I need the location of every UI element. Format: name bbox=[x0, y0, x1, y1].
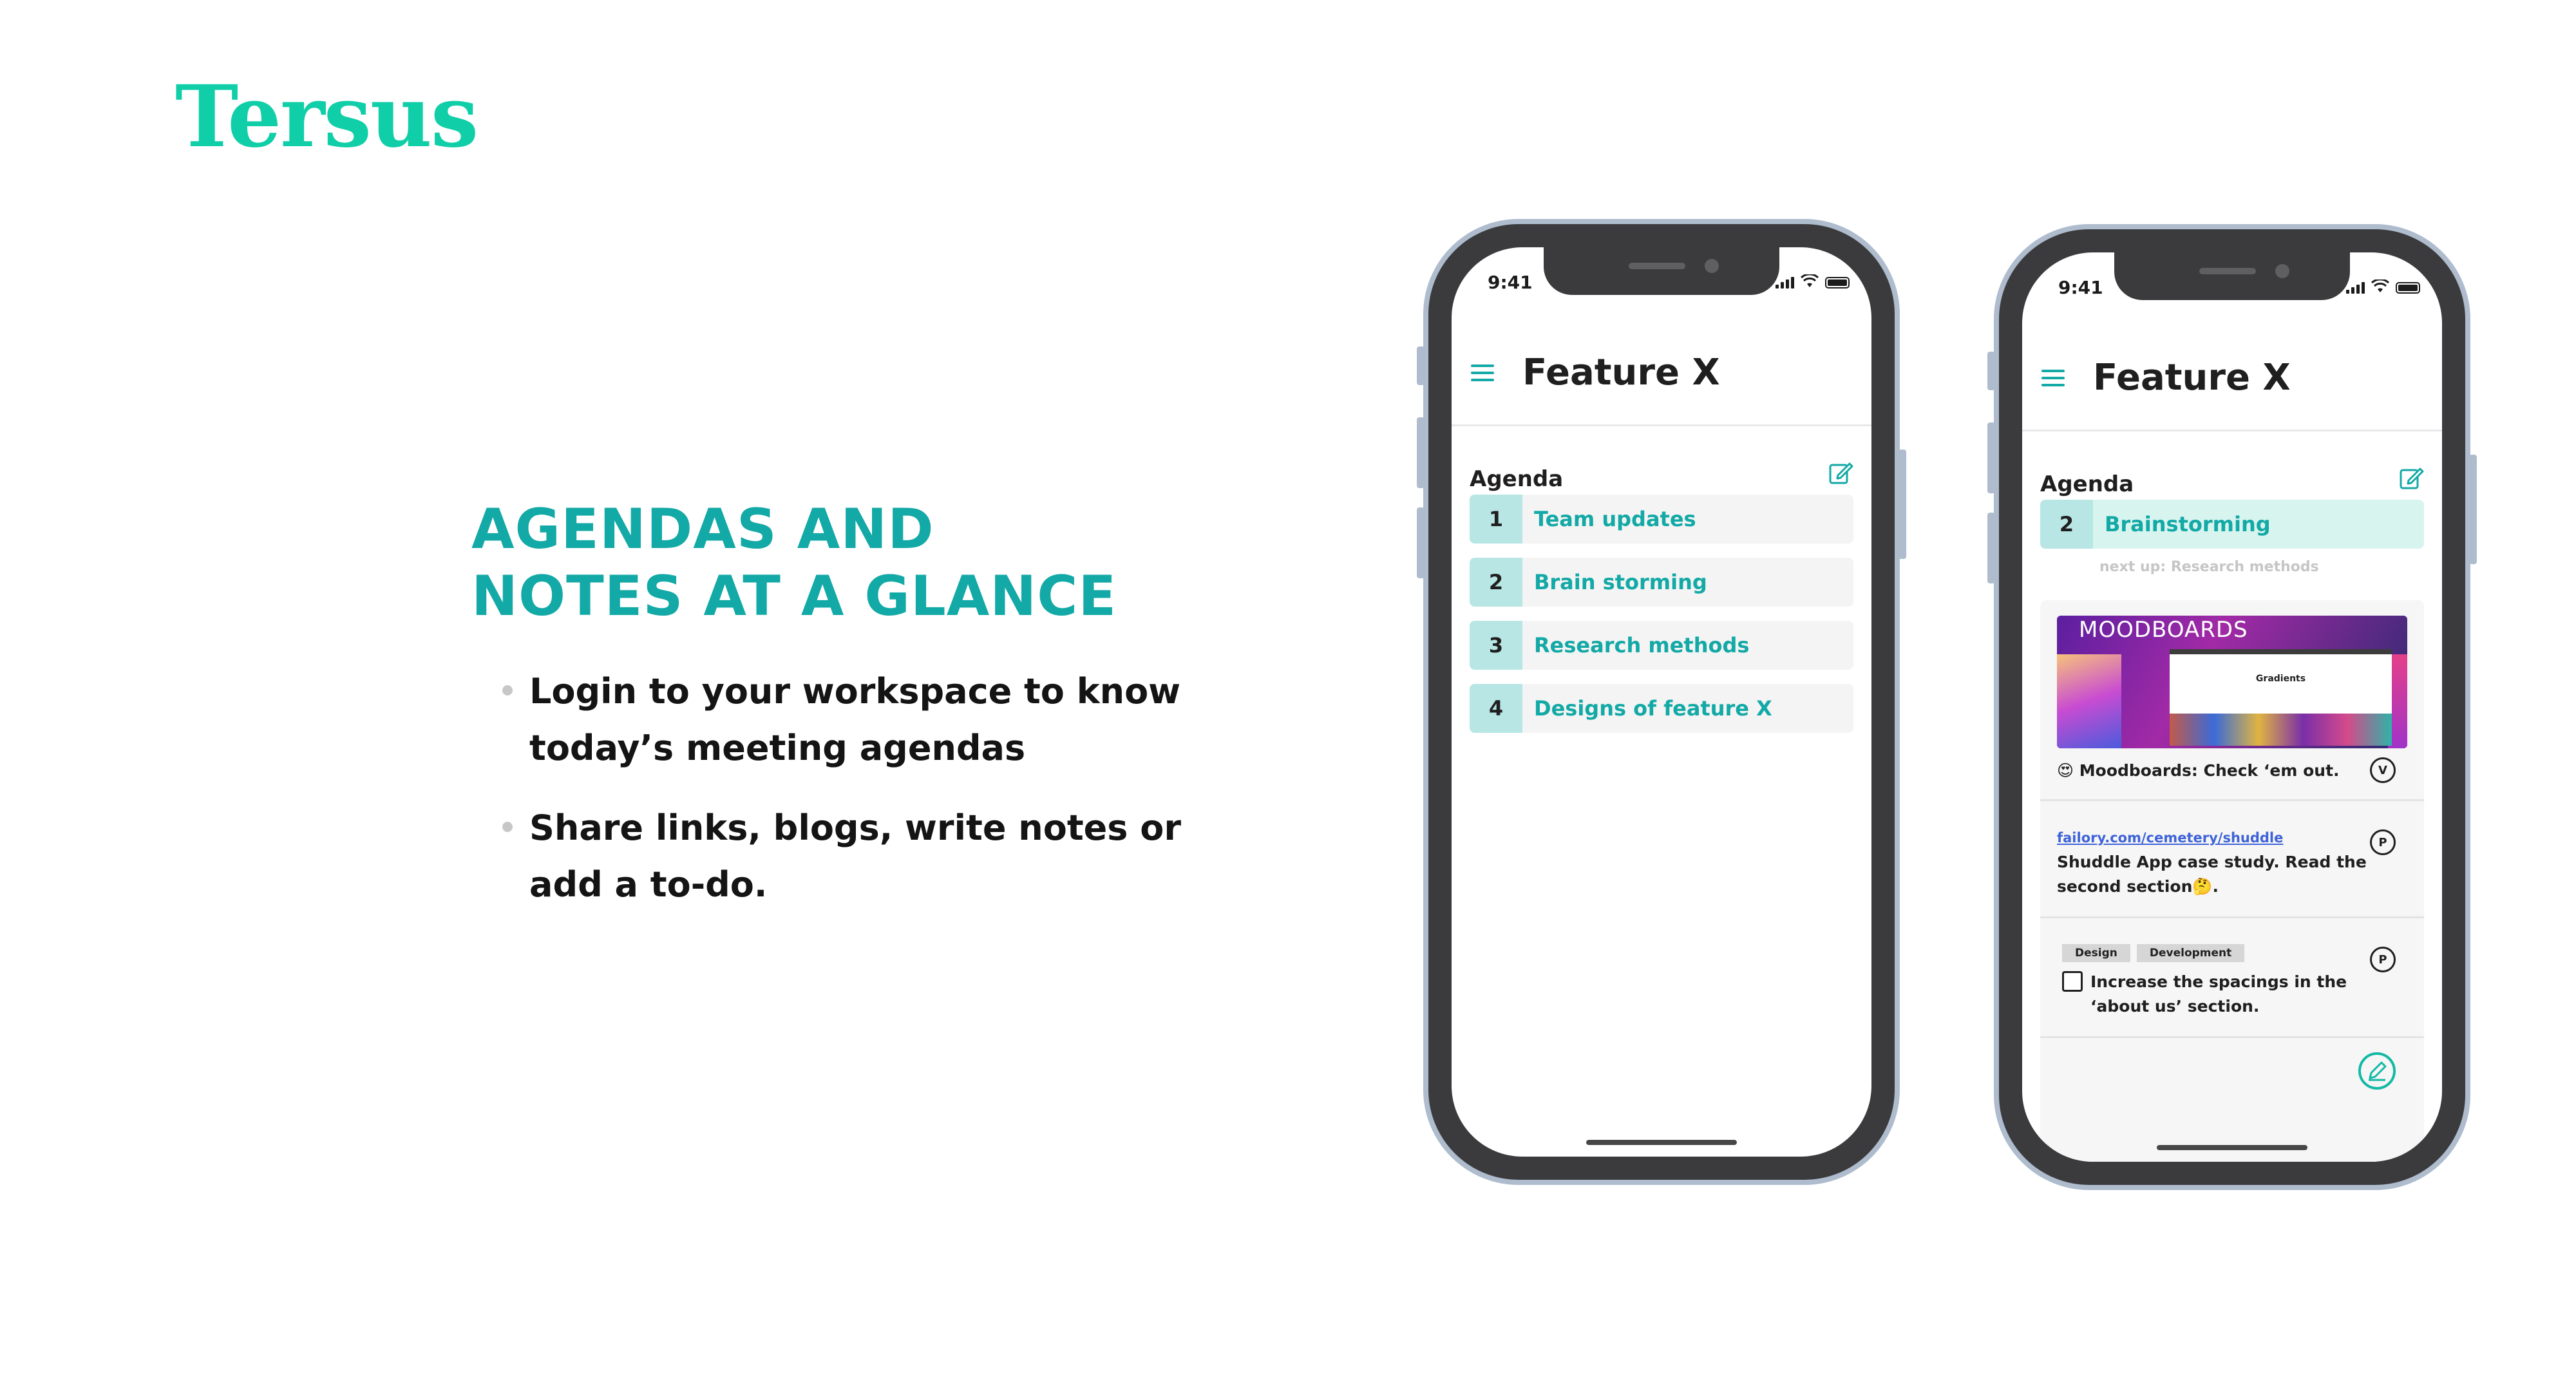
signal-icon bbox=[2346, 282, 2365, 294]
moodboard-title: MOODBOARDS bbox=[2079, 617, 2248, 643]
phone-side-button bbox=[2469, 455, 2477, 564]
agenda-item[interactable]: 2 Brain storming bbox=[1470, 558, 1853, 607]
notes-panel: MOODBOARDS Gradients 😍 Moodboards: Check… bbox=[2040, 600, 2424, 1162]
moodboard-thumbnail[interactable]: MOODBOARDS Gradients bbox=[2057, 616, 2407, 748]
phone-side-button bbox=[1987, 513, 1995, 583]
battery-icon bbox=[1825, 277, 1850, 289]
menu-icon[interactable] bbox=[2041, 370, 2065, 388]
home-indicator bbox=[2157, 1145, 2307, 1150]
agenda-label: Agenda bbox=[2040, 471, 2134, 497]
agenda-item-label: Brainstorming bbox=[2105, 512, 2271, 536]
edit-icon[interactable] bbox=[1828, 460, 1853, 486]
todo-text-line: ‘about us’ section. bbox=[2090, 997, 2260, 1016]
app-header: Feature X bbox=[2022, 310, 2442, 431]
status-icons bbox=[1776, 274, 1850, 289]
edit-icon[interactable] bbox=[2398, 465, 2424, 491]
battery-icon bbox=[2396, 282, 2420, 294]
bullet-text: Login to your workspace to know today’s … bbox=[529, 671, 1181, 768]
bullet-item: Share links, blogs, write notes or add a… bbox=[502, 800, 1211, 913]
phone-side-button bbox=[1987, 422, 1995, 493]
agenda-item-number: 3 bbox=[1470, 621, 1522, 670]
headline: AGENDAS AND NOTES AT A GLANCE bbox=[471, 496, 1244, 630]
new-note-button[interactable] bbox=[2358, 1052, 2396, 1090]
phone-side-button bbox=[1987, 352, 1995, 390]
todo-checkbox[interactable] bbox=[2062, 971, 2083, 992]
phone-screen: 9:41 Feature X Agenda 2 Brainstorming ne… bbox=[2022, 252, 2442, 1162]
wifi-icon bbox=[2371, 279, 2389, 292]
phone-notch bbox=[1544, 247, 1779, 295]
note-card[interactable]: MOODBOARDS Gradients 😍 Moodboards: Check… bbox=[2040, 600, 2424, 801]
agenda-item-label: Research methods bbox=[1534, 633, 1750, 658]
tag-list: Design Development bbox=[2062, 944, 2245, 962]
phone-side-button bbox=[1899, 449, 1906, 559]
note-caption: 😍 Moodboards: Check ‘em out. bbox=[2057, 761, 2340, 780]
agenda-item[interactable]: 3 Research methods bbox=[1470, 621, 1853, 670]
agenda-item-label: Brain storming bbox=[1534, 570, 1707, 594]
agenda-item-label: Team updates bbox=[1534, 507, 1696, 531]
wifi-icon bbox=[1801, 274, 1819, 287]
brand-logo: Tersus bbox=[175, 67, 478, 167]
note-text-line: Shuddle App case study. Read the bbox=[2057, 853, 2367, 871]
home-indicator bbox=[1586, 1140, 1737, 1145]
current-agenda-item[interactable]: 2 Brainstorming bbox=[2040, 500, 2424, 549]
bullet-dot-icon bbox=[502, 822, 513, 832]
phone-side-button bbox=[1417, 346, 1425, 385]
todo-text-line: Increase the spacings in the bbox=[2090, 972, 2347, 991]
page-title: Feature X bbox=[1522, 352, 1720, 393]
app-header: Feature X bbox=[1452, 305, 1871, 426]
note-card[interactable]: Design Development Increase the spacings… bbox=[2040, 918, 2424, 1038]
agenda-list: 1 Team updates 2 Brain storming 3 Resear… bbox=[1470, 495, 1853, 747]
note-text-line: second section🤔. bbox=[2057, 877, 2219, 896]
author-badge: P bbox=[2370, 947, 2396, 972]
next-up-text: next up: Research methods bbox=[2099, 559, 2319, 575]
phone-side-button bbox=[1417, 507, 1425, 578]
bullet-text: Share links, blogs, write notes or add a… bbox=[529, 808, 1181, 905]
agenda-item[interactable]: 4 Designs of feature X bbox=[1470, 684, 1853, 733]
phone-agenda-list: 9:41 Feature X Agenda 1 Team updates 2 B… bbox=[1417, 219, 1906, 1185]
author-badge: V bbox=[2370, 757, 2396, 783]
status-icons bbox=[2346, 279, 2420, 294]
bullet-dot-icon bbox=[502, 685, 513, 696]
phone-side-button bbox=[1417, 417, 1425, 488]
phone-screen: 9:41 Feature X Agenda 1 Team updates 2 B… bbox=[1452, 247, 1871, 1157]
note-card[interactable]: failory.com/cemetery/shuddle Shuddle App… bbox=[2040, 801, 2424, 918]
agenda-item-number: 1 bbox=[1470, 495, 1522, 544]
agenda-item-label: Designs of feature X bbox=[1534, 696, 1772, 721]
agenda-item-number: 2 bbox=[1470, 558, 1522, 607]
phone-notes-view: 9:41 Feature X Agenda 2 Brainstorming ne… bbox=[1987, 224, 2477, 1190]
moodboard-window: Gradients bbox=[2170, 649, 2392, 746]
menu-icon[interactable] bbox=[1471, 364, 1494, 383]
author-badge: P bbox=[2370, 829, 2396, 855]
headline-line-2: NOTES AT A GLANCE bbox=[471, 564, 1117, 629]
pencil-icon bbox=[2369, 1061, 2387, 1081]
feature-bullets: Login to your workspace to know today’s … bbox=[502, 663, 1211, 936]
page-title: Feature X bbox=[2093, 357, 2291, 399]
agenda-label: Agenda bbox=[1470, 466, 1564, 492]
status-time: 9:41 bbox=[1488, 272, 1533, 293]
status-time: 9:41 bbox=[2058, 277, 2103, 298]
tag[interactable]: Design bbox=[2062, 944, 2130, 962]
note-link[interactable]: failory.com/cemetery/shuddle bbox=[2057, 826, 2367, 850]
bullet-item: Login to your workspace to know today’s … bbox=[502, 663, 1211, 777]
agenda-item[interactable]: 1 Team updates bbox=[1470, 495, 1853, 544]
tag[interactable]: Development bbox=[2136, 944, 2245, 962]
agenda-item-number: 2 bbox=[2040, 500, 2093, 549]
agenda-item-number: 4 bbox=[1470, 684, 1522, 733]
moodboard-window-title: Gradients bbox=[2255, 674, 2306, 684]
headline-line-1: AGENDAS AND bbox=[471, 497, 934, 562]
signal-icon bbox=[1776, 277, 1794, 289]
phone-notch bbox=[2114, 252, 2350, 300]
